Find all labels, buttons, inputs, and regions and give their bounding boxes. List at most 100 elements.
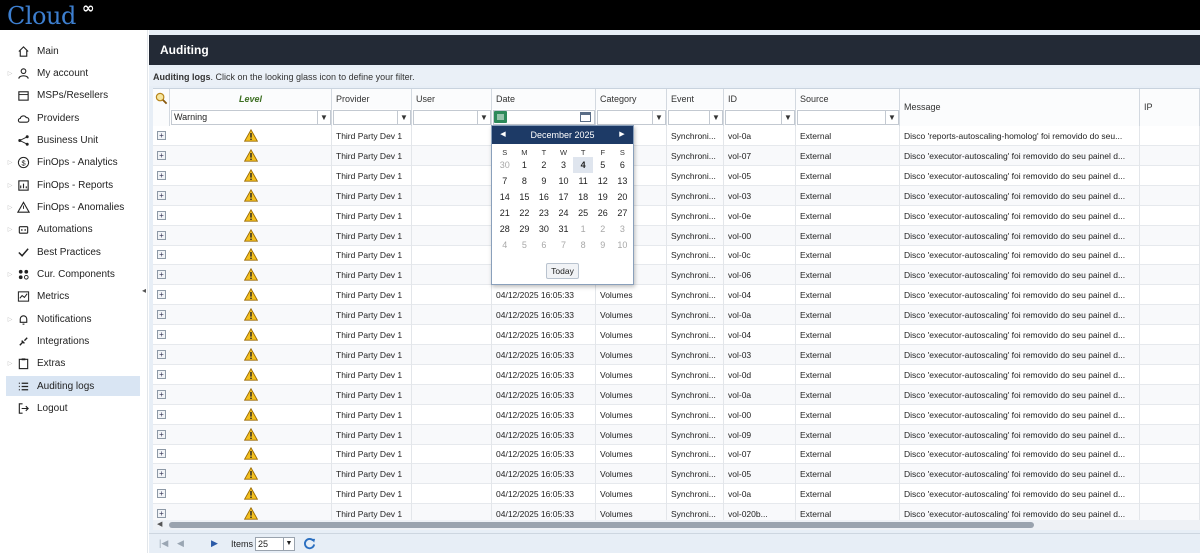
calendar-day[interactable]: 7 (495, 173, 515, 189)
calendar-day[interactable]: 7 (554, 237, 574, 253)
expand-row-icon[interactable]: + (157, 250, 166, 260)
level-filter-field[interactable]: Warning (171, 110, 331, 125)
search-icon[interactable] (155, 92, 168, 105)
calendar-day[interactable]: 28 (495, 221, 515, 237)
expand-row-icon[interactable]: + (157, 290, 166, 300)
chevron-down-icon[interactable]: ▼ (709, 111, 722, 124)
expand-row-icon[interactable]: + (157, 170, 166, 180)
chevron-down-icon[interactable]: ▼ (885, 111, 898, 124)
calendar-day[interactable]: 30 (534, 221, 554, 237)
table-row[interactable]: + Third Party Dev 1 Synchroni... vol-07 Exte… (153, 145, 1200, 166)
table-row[interactable]: + Third Party Dev 1 04/12/2025 16:05:33 Vol… (153, 325, 1200, 345)
sidebar-collapse-handle[interactable]: ◂ (142, 286, 146, 295)
previous-month-icon[interactable]: ◀ (496, 126, 510, 144)
next-page-icon[interactable]: ▶ (211, 538, 218, 549)
chevron-down-icon[interactable]: ▼ (477, 111, 490, 124)
table-row[interactable]: + Third Party Dev 1 Synchroni... vol-0e Exte… (153, 205, 1200, 226)
table-row[interactable]: + Third Party Dev 1 04/12/2025 16:05:33 Vol… (153, 305, 1200, 326)
expand-row-icon[interactable]: + (157, 389, 166, 399)
sidebar-item-main[interactable]: Main (6, 41, 140, 61)
sidebar-item-cur-components[interactable]: ▷ Cur. Components (6, 265, 140, 285)
calendar-day[interactable]: 12 (593, 173, 613, 189)
calendar-day[interactable]: 9 (534, 173, 554, 189)
table-row[interactable]: + Third Party Dev 1 04/12/2025 16:05:33 Vol… (153, 404, 1200, 425)
calendar-day[interactable]: 6 (534, 237, 554, 253)
calendar-day[interactable]: 4 (573, 157, 593, 173)
calendar-day[interactable]: 26 (593, 205, 613, 221)
scrollbar-thumb[interactable] (169, 522, 1034, 528)
expand-row-icon[interactable]: + (157, 190, 166, 200)
table-row[interactable]: + Third Party Dev 1 04/12/2025 16:05:33 Vol… (153, 424, 1200, 445)
calendar-day[interactable]: 2 (534, 157, 554, 173)
expand-row-icon[interactable]: + (157, 310, 166, 320)
column-header-level[interactable]: Level (170, 89, 332, 109)
expand-row-icon[interactable]: + (157, 150, 166, 160)
page-size-select[interactable]: 25 ▼ (255, 537, 295, 551)
expand-row-icon[interactable]: + (157, 270, 166, 280)
expand-row-icon[interactable]: + (157, 409, 166, 419)
calendar-day[interactable]: 31 (554, 221, 574, 237)
previous-page-icon[interactable]: ◀ (177, 538, 184, 549)
column-header-user[interactable]: User (412, 89, 492, 109)
calendar-day[interactable]: 16 (534, 189, 554, 205)
sidebar-item-notifications[interactable]: ▷ Notifications (6, 309, 140, 329)
refresh-icon[interactable] (303, 537, 316, 550)
expand-row-icon[interactable]: + (157, 469, 166, 479)
horizontal-scrollbar[interactable]: ◀ (153, 520, 1200, 530)
calendar-day[interactable]: 6 (613, 157, 633, 173)
calendar-day[interactable]: 19 (593, 189, 613, 205)
calendar-day[interactable]: 1 (515, 157, 535, 173)
calendar-day[interactable]: 8 (573, 237, 593, 253)
calendar-day[interactable]: 24 (554, 205, 574, 221)
column-header-provider[interactable]: Provider (332, 89, 412, 109)
chevron-down-icon[interactable]: ▼ (652, 111, 665, 124)
calendar-day[interactable]: 20 (613, 189, 633, 205)
expand-row-icon[interactable]: + (157, 449, 166, 459)
calendar-day[interactable]: 1 (573, 221, 593, 237)
calendar-day[interactable]: 5 (515, 237, 535, 253)
calendar-day[interactable]: 2 (593, 221, 613, 237)
calendar-day[interactable]: 3 (554, 157, 574, 173)
table-row[interactable]: + Third Party Dev 1 Synchroni... vol-0c Exte… (153, 245, 1200, 266)
sidebar-item-msps-resellers[interactable]: MSPs/Resellers (6, 86, 140, 106)
calendar-day[interactable]: 3 (613, 221, 633, 237)
chevron-down-icon[interactable]: ▼ (781, 111, 794, 124)
calendar-day[interactable]: 29 (515, 221, 535, 237)
sidebar-item-metrics[interactable]: Metrics (6, 287, 140, 307)
sidebar-item-providers[interactable]: Providers (6, 108, 140, 128)
sidebar-item-finops-anomalies[interactable]: ▷ FinOps - Anomalies (6, 197, 140, 217)
table-row[interactable]: + Third Party Dev 1 Synchroni... vol-06 Exte… (153, 265, 1200, 286)
calendar-day[interactable]: 14 (495, 189, 515, 205)
first-page-icon[interactable]: |◀ (159, 538, 168, 549)
column-header-id[interactable]: ID (724, 89, 796, 109)
sidebar-item-finops-reports[interactable]: ▷ FinOps - Reports (6, 175, 140, 195)
calendar-icon[interactable] (580, 111, 592, 123)
calendar-day[interactable]: 9 (593, 237, 613, 253)
calendar-day[interactable]: 22 (515, 205, 535, 221)
calendar-day[interactable]: 10 (554, 173, 574, 189)
logo[interactable]: Cloud (7, 0, 76, 30)
calendar-day[interactable]: 23 (534, 205, 554, 221)
calendar-day[interactable]: 17 (554, 189, 574, 205)
chevron-down-icon[interactable]: ▼ (397, 111, 410, 124)
table-row[interactable]: + Third Party Dev 1 04/12/2025 16:05:33 Vol… (153, 504, 1200, 520)
calendar-day[interactable]: 21 (495, 205, 515, 221)
sidebar-item-auditing-logs[interactable]: Auditing logs (6, 376, 140, 397)
next-month-icon[interactable]: ▶ (615, 126, 629, 144)
expand-row-icon[interactable]: + (157, 489, 166, 499)
expand-row-icon[interactable]: + (157, 230, 166, 240)
column-header-event[interactable]: Event (667, 89, 724, 109)
calendar-day[interactable]: 4 (495, 237, 515, 253)
expand-row-icon[interactable]: + (157, 369, 166, 379)
column-header-source[interactable]: Source (796, 89, 900, 109)
expand-row-icon[interactable]: + (157, 210, 166, 220)
table-row[interactable]: + Third Party Dev 1 Synchroni... vol-00 Exte… (153, 225, 1200, 246)
expand-row-icon[interactable]: + (157, 509, 166, 519)
sidebar-item-logout[interactable]: Logout (6, 399, 140, 419)
calendar-day[interactable]: 10 (613, 237, 633, 253)
table-row[interactable]: + Third Party Dev 1 Synchroni... vol-05 Exte… (153, 165, 1200, 186)
chevron-down-icon[interactable]: ▼ (317, 111, 330, 124)
table-row[interactable]: + Third Party Dev 1 04/12/2025 16:05:33 Vol… (153, 444, 1200, 465)
table-row[interactable]: + Third Party Dev 1 04/12/2025 16:05:33 Vol… (153, 464, 1200, 485)
date-operator-icon[interactable] (494, 111, 507, 123)
